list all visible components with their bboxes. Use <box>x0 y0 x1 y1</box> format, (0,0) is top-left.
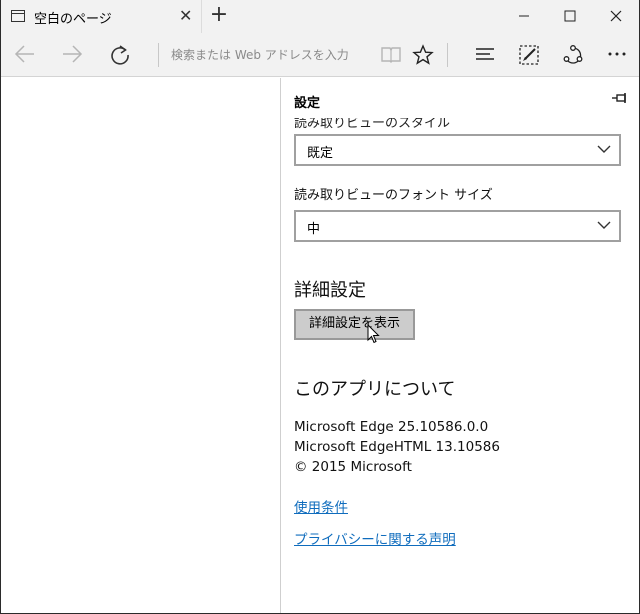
back-arrow-icon <box>14 45 34 63</box>
view-advanced-settings-button[interactable]: 詳細設定を表示 <box>294 309 415 340</box>
tab-title: 空白のページ <box>34 12 112 27</box>
edge-version: Microsoft Edge 25.10586.0.0 <box>294 419 489 435</box>
new-tab-button[interactable]: + <box>207 3 231 27</box>
share-icon <box>563 45 583 64</box>
favorite-button[interactable] <box>408 41 438 69</box>
font-size-label: 読み取りビューのフォント サイズ <box>294 188 493 203</box>
forward-arrow-icon <box>63 45 83 63</box>
reading-view-button[interactable] <box>376 41 406 69</box>
favorite-star-icon <box>412 44 434 65</box>
page-icon <box>11 10 25 22</box>
refresh-icon <box>111 45 129 65</box>
maximize-icon <box>564 10 576 22</box>
chevron-down-icon <box>597 145 611 153</box>
more-button[interactable] <box>602 41 632 69</box>
web-note-button[interactable] <box>514 41 544 69</box>
pin-button[interactable] <box>611 90 629 109</box>
copyright: © 2015 Microsoft <box>294 459 412 475</box>
more-icon <box>608 52 626 56</box>
maximize-button[interactable] <box>547 0 593 33</box>
minimize-button[interactable] <box>501 0 547 33</box>
chevron-down-icon <box>597 221 611 229</box>
tab-blank-page[interactable]: 空白のページ ✕ <box>1 0 202 33</box>
mouse-cursor-icon <box>367 324 380 344</box>
reading-style-select[interactable]: 既定 <box>294 134 621 166</box>
edgehtml-version: Microsoft EdgeHTML 13.10586 <box>294 439 500 455</box>
forward-button[interactable] <box>57 41 87 69</box>
web-note-icon <box>519 45 539 65</box>
nav-divider <box>158 43 159 67</box>
reading-style-value: 既定 <box>307 146 334 161</box>
about-app-heading: このアプリについて <box>294 379 456 400</box>
settings-scroll-area[interactable]: 読み取りビューのスタイル 既定 読み取りビューのフォント サイズ 中 詳細設定 … <box>281 118 639 613</box>
refresh-button[interactable] <box>105 41 135 69</box>
close-window-button[interactable] <box>593 0 639 33</box>
page-content-area[interactable] <box>1 78 280 613</box>
advanced-settings-heading: 詳細設定 <box>294 280 366 301</box>
panel-title: 設定 <box>294 96 321 111</box>
close-icon <box>610 10 622 22</box>
privacy-statement-link[interactable]: プライバシーに関する声明 <box>294 528 456 548</box>
navigation-bar: 検索または Web アドレスを入力 <box>1 33 639 77</box>
back-button[interactable] <box>10 41 40 69</box>
font-size-select[interactable]: 中 <box>294 210 621 242</box>
reading-view-icon <box>381 47 401 63</box>
minimize-icon <box>519 15 529 17</box>
pin-icon <box>612 93 626 103</box>
share-button[interactable] <box>558 41 588 69</box>
font-size-value: 中 <box>307 222 321 237</box>
terms-of-use-link[interactable]: 使用条件 <box>294 496 348 516</box>
settings-panel: 設定 読み取りビューのスタイル 既定 読み取りビューのフォント サイズ 中 詳細… <box>280 78 639 613</box>
address-bar-input[interactable]: 検索または Web アドレスを入力 <box>171 46 349 63</box>
hub-icon <box>476 48 494 60</box>
title-bar: 空白のページ ✕ + <box>1 0 639 33</box>
tab-close-icon[interactable]: ✕ <box>179 6 192 26</box>
browser-window: 空白のページ ✕ + 検索または Web アドレスを入力 設定 読み取りビューの… <box>0 0 640 614</box>
reading-style-label: 読み取りビューのスタイル <box>294 118 451 131</box>
hub-button[interactable] <box>470 41 500 69</box>
nav-divider-2 <box>447 43 448 67</box>
